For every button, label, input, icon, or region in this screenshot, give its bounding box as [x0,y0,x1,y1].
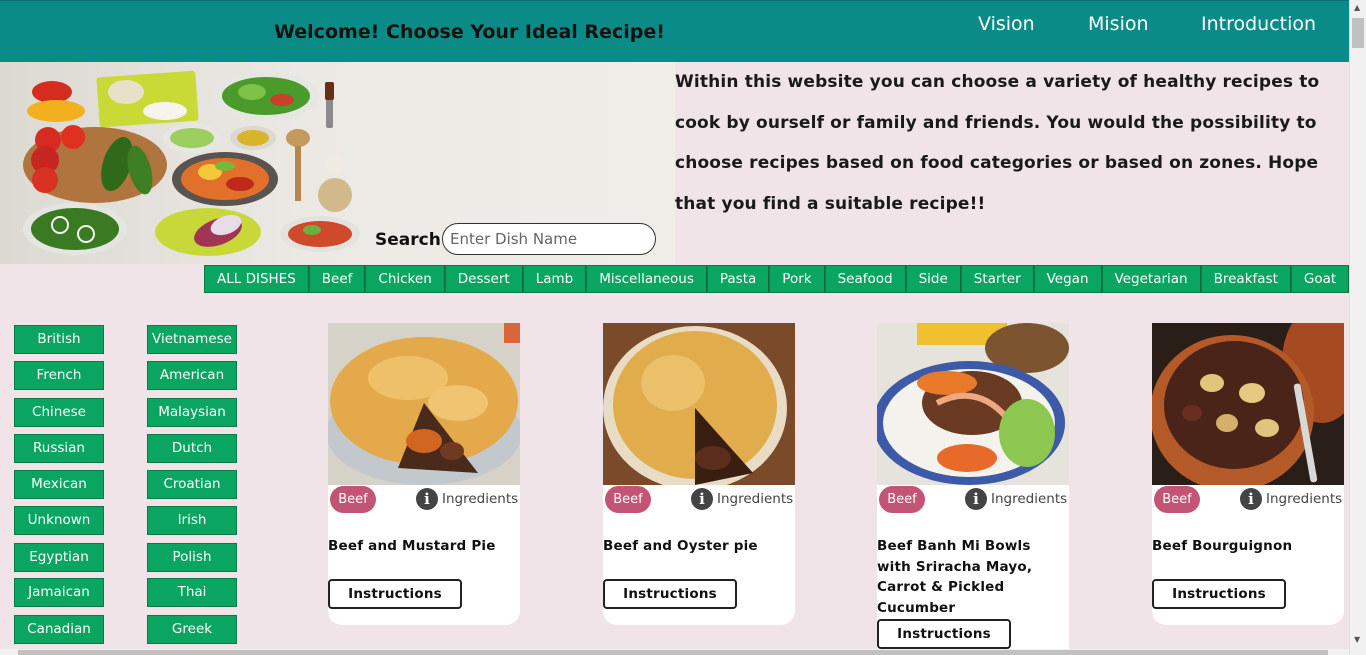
zone-chinese[interactable]: Chinese [14,398,104,427]
zone-unknown[interactable]: Unknown [14,506,104,535]
ingredients-link[interactable]: i Ingredients [691,488,793,510]
zone-irish[interactable]: Irish [147,506,237,535]
zone-canadian[interactable]: Canadian [14,615,104,644]
zone-dutch[interactable]: Dutch [147,434,237,463]
category-dessert[interactable]: Dessert [444,265,523,293]
recipe-card: Beef i Ingredients Beef Banh Mi Bowls wit… [877,323,1069,655]
category-goat[interactable]: Goat [1290,265,1350,293]
recipe-photo-beef-mustard-pie[interactable] [328,323,520,485]
recipe-card: Beef i Ingredients Beef and Oyster pie In… [603,323,795,625]
top-header-bar: Welcome! Choose Your Ideal Recipe! Visio… [0,0,1349,62]
vertical-scrollbar[interactable]: ▲ ▼ [1349,0,1366,655]
instructions-button[interactable]: Instructions [603,579,737,609]
zone-thai[interactable]: Thai [147,578,237,607]
zone-russian[interactable]: Russian [14,434,104,463]
nav-introduction[interactable]: Introduction [1201,13,1316,35]
zone-mexican[interactable]: Mexican [14,470,104,499]
category-miscellaneous[interactable]: Miscellaneous [586,265,707,293]
search-input[interactable] [442,223,656,255]
info-icon[interactable]: i [965,488,987,510]
category-badge: Beef [605,486,651,513]
category-lamb[interactable]: Lamb [522,265,587,293]
recipe-photo-beef-oyster-pie[interactable] [603,323,795,485]
horizontal-scrollbar-thumb[interactable] [18,650,1328,655]
category-badge: Beef [1154,486,1200,513]
zone-french[interactable]: French [14,361,104,390]
category-all-dishes[interactable]: ALL DISHES [204,265,309,293]
category-side[interactable]: Side [905,265,961,293]
zone-greek[interactable]: Greek [147,615,237,644]
zone-egyptian[interactable]: Egyptian [14,543,104,572]
hero-food-image: Search [0,62,675,264]
category-bar: ALL DISHES Beef Chicken Dessert Lamb Mis… [204,265,1350,293]
zone-british[interactable]: British [14,325,104,354]
zone-malaysian[interactable]: Malaysian [147,398,237,427]
info-icon[interactable]: i [1240,488,1262,510]
category-starter[interactable]: Starter [960,265,1034,293]
zone-croatian[interactable]: Croatian [147,470,237,499]
info-icon[interactable]: i [416,488,438,510]
recipe-title: Beef Banh Mi Bowls with Sriracha Mayo, C… [877,538,1033,616]
category-pork[interactable]: Pork [769,265,825,293]
category-chicken[interactable]: Chicken [365,265,445,293]
scrollbar-thumb[interactable] [1352,18,1364,48]
instructions-button[interactable]: Instructions [877,619,1011,649]
recipe-title: Beef Bourguignon [1152,538,1293,554]
category-pasta[interactable]: Pasta [706,265,770,293]
zone-american[interactable]: American [147,361,237,390]
ingredients-link[interactable]: i Ingredients [965,488,1067,510]
recipe-title: Beef and Oyster pie [603,538,758,554]
recipe-title: Beef and Mustard Pie [328,538,496,554]
intro-paragraph: Within this website you can choose a var… [675,72,1320,214]
info-icon[interactable]: i [691,488,713,510]
recipe-photo-beef-bourguignon[interactable] [1152,323,1344,485]
category-vegetarian[interactable]: Vegetarian [1101,265,1201,293]
category-beef[interactable]: Beef [308,265,366,293]
category-badge: Beef [330,486,376,513]
search-label: Search [375,230,441,250]
scroll-down-icon[interactable]: ▼ [1354,635,1360,644]
scroll-up-icon[interactable]: ▲ [1354,3,1360,12]
category-badge: Beef [879,486,925,513]
instructions-button[interactable]: Instructions [1152,579,1286,609]
welcome-title: Welcome! Choose Your Ideal Recipe! [274,21,665,43]
nav-vision[interactable]: Vision [978,13,1035,35]
horizontal-scrollbar[interactable] [0,649,1349,655]
category-seafood[interactable]: Seafood [824,265,906,293]
instructions-button[interactable]: Instructions [328,579,462,609]
recipe-card: Beef i Ingredients Beef and Mustard Pie I… [328,323,520,625]
zone-jamaican[interactable]: Jamaican [14,578,104,607]
ingredients-link[interactable]: i Ingredients [416,488,518,510]
recipe-card: Beef i Ingredients Beef Bourguignon Instr… [1152,323,1344,625]
category-breakfast[interactable]: Breakfast [1200,265,1291,293]
recipe-photo-beef-banh-mi-bowl[interactable] [877,323,1069,485]
zone-polish[interactable]: Polish [147,543,237,572]
category-vegan[interactable]: Vegan [1033,265,1102,293]
zone-vietnamese[interactable]: Vietnamese [147,325,237,354]
nav-mision[interactable]: Mision [1088,13,1149,35]
ingredients-link[interactable]: i Ingredients [1240,488,1342,510]
